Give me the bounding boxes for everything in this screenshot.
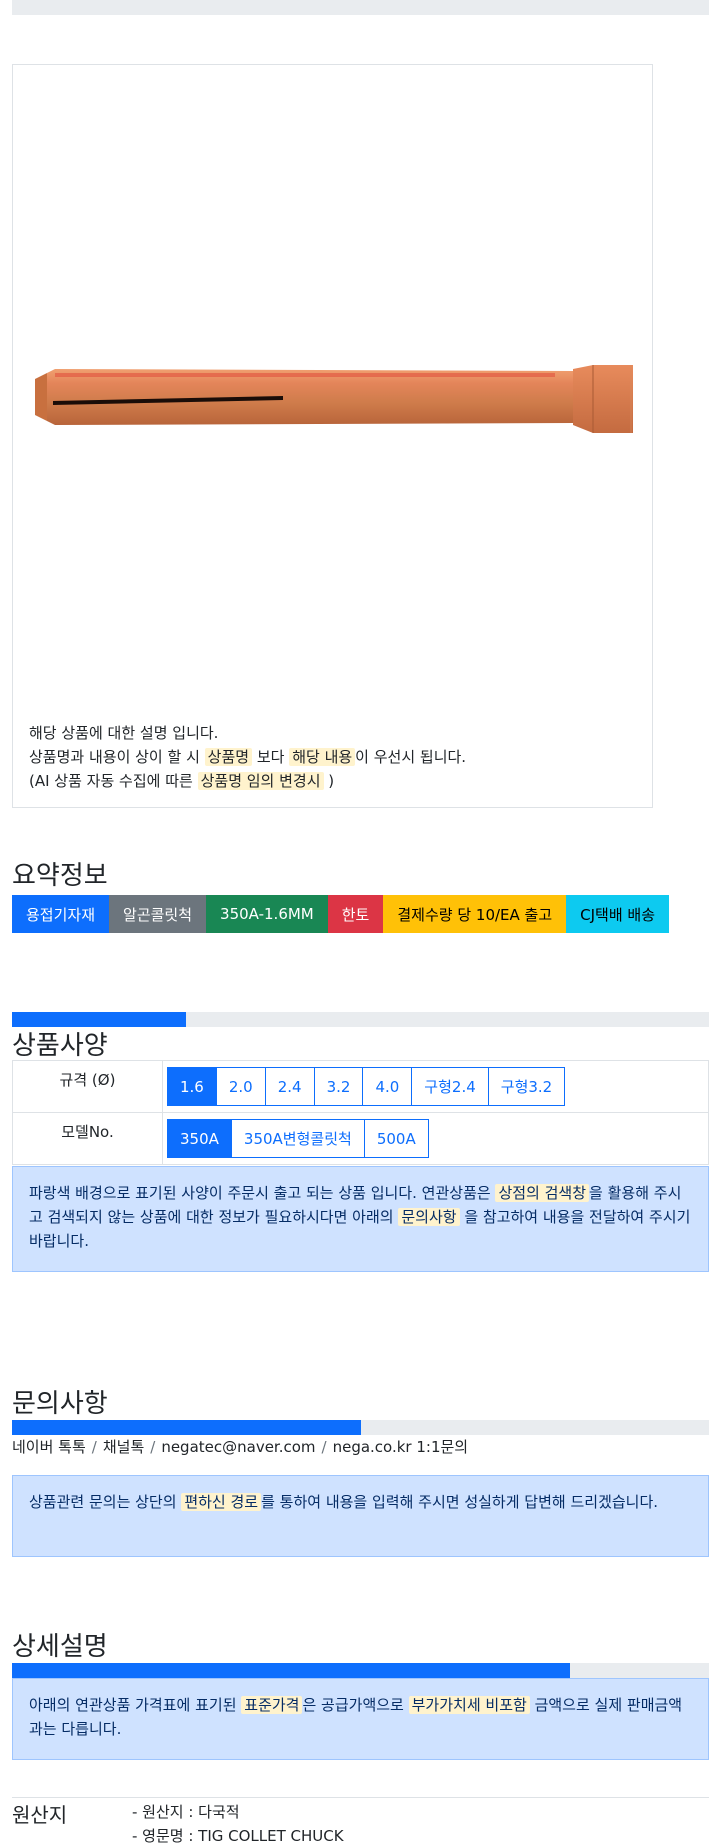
detail-title: 상세설명 <box>12 1632 108 1662</box>
link-separator: / <box>150 1438 156 1456</box>
highlight-search: 상점의 검색창 <box>495 1184 590 1202</box>
desc-line-3: (AI 상품 자동 수집에 따른 상품명 임의 변경시 ) <box>29 769 466 793</box>
summary-badge: 350A-1.6MM <box>206 895 328 933</box>
link-separator: / <box>91 1438 97 1456</box>
desc-text: ) <box>323 772 335 790</box>
spec-options: 350A 350A변형콜릿척 500A <box>162 1112 709 1165</box>
summary-badge: 결제수량 당 10/EA 출고 <box>383 895 567 933</box>
inquiry-notice: 상품관련 문의는 상단의 편하신 경로 를 통하여 내용을 입력해 주시면 성실하… <box>12 1475 709 1557</box>
top-progress-bar <box>12 0 709 15</box>
origin-divider <box>12 1797 709 1798</box>
spec-option-button[interactable]: 4.0 <box>362 1067 413 1106</box>
spec-label: 규격 (Ø) <box>12 1060 163 1113</box>
origin-info: - 원산지 : 다국적 - 영문명 : TIG COLLET CHUCK <box>132 1800 344 1846</box>
spec-progress-bar <box>12 1012 709 1027</box>
spec-option-button[interactable]: 350A <box>167 1119 232 1158</box>
desc-line-2: 상품명과 내용이 상이 할 시 상품명 보다 해당 내용 이 우선시 됩니다. <box>29 745 466 769</box>
spec-options: 1.6 2.0 2.4 3.2 4.0 구형2.4 구형3.2 <box>162 1060 709 1113</box>
spec-option-button[interactable]: 구형3.2 <box>487 1067 566 1106</box>
notice-text: 상품관련 문의는 상단의 <box>29 1493 182 1511</box>
summary-badge: CJ택배 배송 <box>566 895 670 933</box>
spec-notice: 파랑색 배경으로 표기된 사양이 주문시 출고 되는 상품 입니다. 연관상품은… <box>12 1166 709 1272</box>
notice-text: 아래의 연관상품 가격표에 표기된 <box>29 1696 242 1714</box>
detail-progress-bar <box>12 1663 709 1678</box>
inquiry-progress-fill <box>12 1420 361 1435</box>
spec-option-button[interactable]: 350A변형콜릿척 <box>230 1119 365 1158</box>
desc-text: 상품명과 내용이 상이 할 시 <box>29 748 205 766</box>
notice-text: 파랑색 배경으로 표기된 사양이 주문시 출고 되는 상품 입니다. 연관상품은 <box>29 1184 496 1202</box>
option-button-group: 1.6 2.0 2.4 3.2 4.0 구형2.4 구형3.2 <box>167 1067 566 1106</box>
spec-row: 규격 (Ø) 1.6 2.0 2.4 3.2 4.0 구형2.4 구형3.2 <box>12 1060 709 1113</box>
spec-option-button[interactable]: 1.6 <box>167 1067 217 1106</box>
desc-line-1: 해당 상품에 대한 설명 입니다. <box>29 724 219 742</box>
contact-link[interactable]: negatec@naver.com <box>161 1438 315 1456</box>
spec-option-button[interactable]: 2.0 <box>215 1067 266 1106</box>
inquiry-progress-bar <box>12 1420 709 1435</box>
spec-option-button[interactable]: 500A <box>363 1119 429 1158</box>
spec-option-button[interactable]: 3.2 <box>313 1067 364 1106</box>
detail-progress-fill <box>12 1663 570 1678</box>
inquiry-title: 문의사항 <box>12 1389 108 1419</box>
contact-link[interactable]: 채널톡 <box>103 1438 144 1456</box>
summary-badge: 용접기자재 <box>12 895 110 933</box>
spec-label: 모델No. <box>12 1112 163 1165</box>
product-description: 해당 상품에 대한 설명 입니다. 상품명과 내용이 상이 할 시 상품명 보다… <box>29 721 466 793</box>
spec-option-button[interactable]: 2.4 <box>264 1067 315 1106</box>
product-card: 해당 상품에 대한 설명 입니다. 상품명과 내용이 상이 할 시 상품명 보다… <box>12 64 653 808</box>
link-separator: / <box>321 1438 327 1456</box>
contact-links: 네이버 톡톡 / 채널톡 / negatec@naver.com / nega.co.kr … <box>12 1436 468 1457</box>
option-button-group: 350A 350A변형콜릿척 500A <box>167 1119 429 1158</box>
notice-text: 은 공급가액으로 <box>302 1696 409 1714</box>
spec-row: 모델No. 350A 350A변형콜릿척 500A <box>12 1112 709 1165</box>
summary-badge: 한토 <box>327 895 384 933</box>
product-image <box>35 365 633 433</box>
notice-text: 를 통하여 내용을 입력해 주시면 성실하게 답변해 드리겠습니다. <box>261 1493 659 1511</box>
contact-link[interactable]: nega.co.kr 1:1문의 <box>333 1438 469 1456</box>
summary-title: 요약정보 <box>12 861 108 891</box>
desc-text: 이 우선시 됩니다. <box>355 748 467 766</box>
highlight-content: 해당 내용 <box>289 748 356 766</box>
spec-table: 규격 (Ø) 1.6 2.0 2.4 3.2 4.0 구형2.4 구형3.2 모델No. 350A… <box>12 1060 709 1165</box>
desc-text: (AI 상품 자동 수집에 따른 <box>29 772 198 790</box>
highlight-name-change: 상품명 임의 변경시 <box>197 772 324 790</box>
highlight-route: 편하신 경로 <box>181 1493 262 1511</box>
spec-title: 상품사양 <box>12 1031 108 1061</box>
highlight-inquiry: 문의사항 <box>398 1208 460 1226</box>
highlight-product-name: 상품명 <box>204 748 253 766</box>
origin-english-name: - 영문명 : TIG COLLET CHUCK <box>132 1827 344 1845</box>
highlight-standard-price: 표준가격 <box>241 1696 303 1714</box>
spec-option-button[interactable]: 구형2.4 <box>411 1067 489 1106</box>
summary-badges: 용접기자재 알곤콜릿척 350A-1.6MM 한토 결제수량 당 10/EA 출고 CJ택… <box>12 895 670 933</box>
desc-text: 보다 <box>252 748 290 766</box>
origin-label: 원산지 <box>12 1803 68 1827</box>
origin-country: - 원산지 : 다국적 <box>132 1803 240 1821</box>
detail-notice: 아래의 연관상품 가격표에 표기된 표준가격 은 공급가액으로 부가가치세 비포함… <box>12 1678 709 1760</box>
summary-badge: 알곤콜릿척 <box>109 895 207 933</box>
highlight-vat: 부가가치세 비포함 <box>408 1696 530 1714</box>
contact-link[interactable]: 네이버 톡톡 <box>12 1438 86 1456</box>
